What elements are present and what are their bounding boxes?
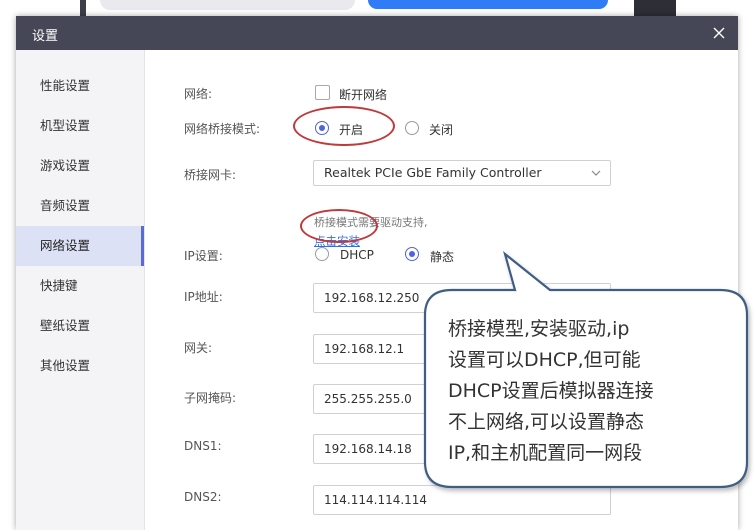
callout-line: 不上网络,可以设置静态 <box>448 411 645 433</box>
sidebar-item-network[interactable]: 网络设置 <box>16 226 144 266</box>
sidebar-item-device-model[interactable]: 机型设置 <box>16 106 144 146</box>
title-bar: 设置 <box>16 16 738 50</box>
sidebar-item-wallpaper[interactable]: 壁纸设置 <box>16 306 144 346</box>
sidebar-item-shortcuts[interactable]: 快捷键 <box>16 266 144 306</box>
window-title: 设置 <box>32 29 59 44</box>
sidebar-item-game[interactable]: 游戏设置 <box>16 146 144 186</box>
background-search-bar <box>100 0 355 10</box>
sidebar-item-other[interactable]: 其他设置 <box>16 346 144 386</box>
sidebar-item-performance[interactable]: 性能设置 <box>16 66 144 106</box>
settings-sidebar: 性能设置 机型设置 游戏设置 音频设置 网络设置 快捷键 壁纸设置 其他设置 <box>16 50 145 530</box>
annotation-ellipse-install-link <box>300 209 378 243</box>
network-label: 网络: <box>184 87 213 101</box>
dns1-label: DNS1: <box>184 439 222 453</box>
dns2-label: DNS2: <box>184 490 222 504</box>
callout-line: 设置可以DHCP,但可能 <box>448 349 641 371</box>
ip-dhcp-label: DHCP <box>340 248 374 262</box>
subnet-mask-label: 子网掩码: <box>184 391 237 405</box>
ip-settings-label: IP设置: <box>184 249 223 263</box>
disconnect-network-label: 断开网络 <box>339 88 388 102</box>
sidebar-item-audio[interactable]: 音频设置 <box>16 186 144 226</box>
callout-line: IP,和主机配置同一网段 <box>448 442 643 464</box>
bridge-nic-label: 桥接网卡: <box>184 168 237 182</box>
ip-dhcp-radio[interactable] <box>315 247 329 261</box>
bridge-mode-off-label: 关闭 <box>429 123 454 137</box>
bridge-nic-value: Realtek PCIe GbE Family Controller <box>324 165 542 180</box>
bridge-mode-off-radio[interactable] <box>405 121 419 135</box>
background-action-button <box>368 0 608 9</box>
disconnect-network-checkbox[interactable] <box>315 85 330 100</box>
chevron-down-icon <box>591 170 601 176</box>
callout-line: DHCP设置后模拟器连接 <box>448 380 654 402</box>
gateway-label: 网关: <box>184 341 213 355</box>
annotation-ellipse-bridge-mode <box>293 106 395 146</box>
bridge-nic-select[interactable]: Realtek PCIe GbE Family Controller <box>313 160 611 186</box>
callout-line: 桥接模型,安装驱动,ip <box>448 318 630 340</box>
callout-text: 桥接模型,安装驱动,ip 设置可以DHCP,但可能 DHCP设置后模拟器连接 不… <box>448 314 728 469</box>
close-icon[interactable] <box>710 24 728 42</box>
ip-address-label: IP地址: <box>184 290 223 304</box>
bridge-mode-label: 网络桥接模式: <box>184 122 261 136</box>
